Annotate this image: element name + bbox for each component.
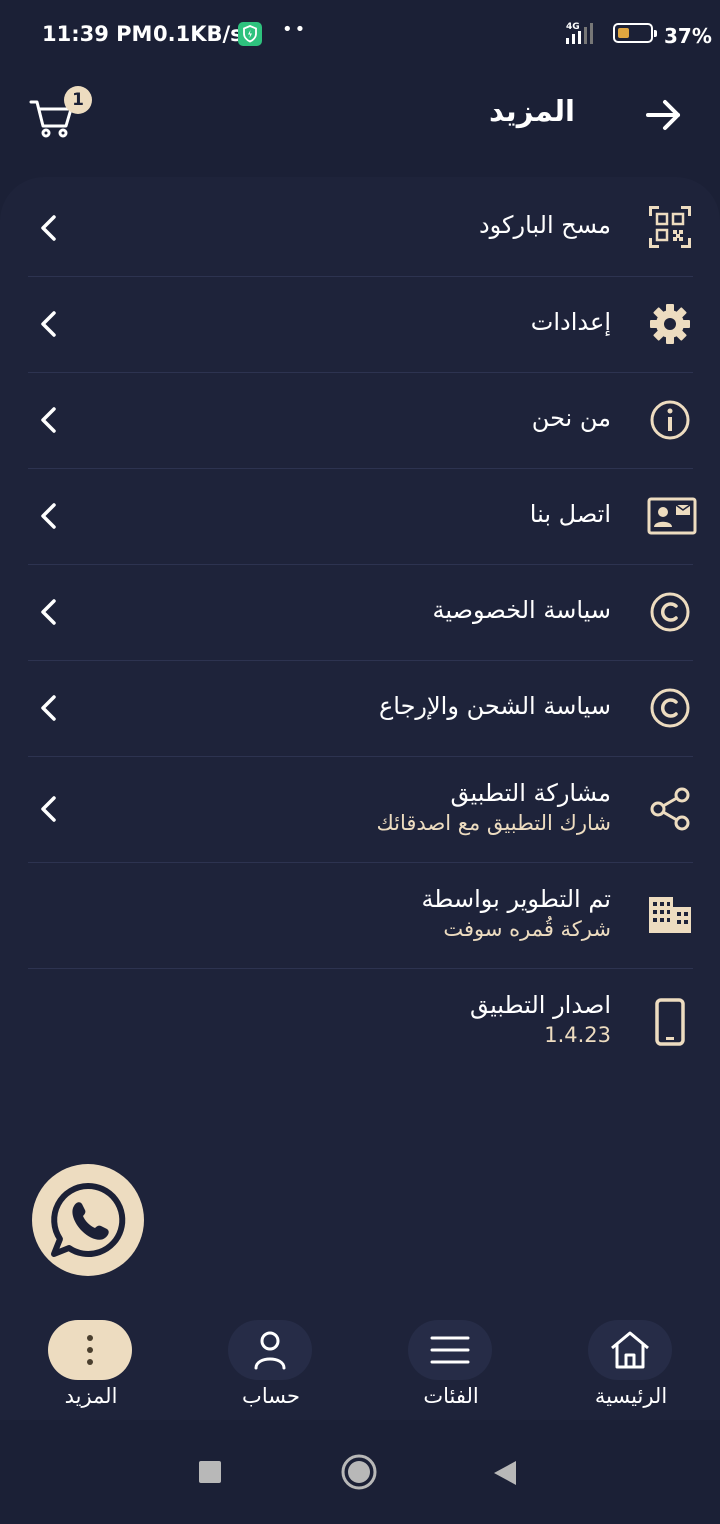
home-icon: [588, 1320, 672, 1380]
menu-item-developed-by: تم التطوير بواسطة شركة قُمره سوفت: [28, 862, 693, 969]
menu-item-label: سياسة الخصوصية: [432, 596, 611, 624]
gear-icon: [647, 301, 693, 347]
system-navigation-bar: [0, 1420, 720, 1520]
nav-item-label: الفئات: [423, 1384, 479, 1408]
chevron-left-icon: [38, 214, 60, 242]
nav-item-more[interactable]: المزيد: [36, 1320, 146, 1410]
menu-item-about-us[interactable]: من نحن: [28, 372, 693, 469]
nav-item-label: الرئيسية: [594, 1384, 668, 1408]
menu-item-label: سياسة الشحن والإرجاع: [378, 692, 611, 720]
status-network-speed: 0.1KB/s: [153, 22, 243, 46]
menu-item-subtitle: شارك التطبيق مع اصدقائك: [376, 811, 611, 835]
home-circle-icon[interactable]: [341, 1454, 377, 1490]
building-icon: [647, 892, 693, 938]
signal-icon: 4G: [563, 20, 605, 50]
battery-percent: 37%: [664, 24, 712, 48]
chevron-left-icon: [38, 694, 60, 722]
notification-dots-icon: ••: [282, 19, 308, 40]
arrow-right-icon[interactable]: [642, 94, 684, 136]
person-icon: [228, 1320, 312, 1380]
nav-item-label: المزيد: [64, 1384, 118, 1408]
phone-icon: [647, 998, 693, 1046]
menu-icon: [408, 1320, 492, 1380]
menu-item-contact-us[interactable]: اتصل بنا: [28, 468, 697, 565]
cart-count-badge: 1: [64, 86, 92, 114]
menu-item-label: إعدادات: [530, 308, 611, 336]
menu-item-label: من نحن: [531, 404, 611, 432]
menu-item-app-version: اصدار التطبيق 1.4.23: [28, 968, 693, 1074]
menu-item-label: مشاركة التطبيق: [450, 779, 612, 807]
copyright-icon: [647, 685, 693, 731]
chevron-left-icon: [38, 795, 60, 823]
info-icon: [647, 397, 693, 443]
copyright-icon: [647, 589, 693, 635]
menu-item-settings[interactable]: إعدادات: [28, 276, 693, 373]
nav-item-label: حساب: [242, 1384, 300, 1408]
chevron-left-icon: [38, 502, 60, 530]
share-icon: [647, 786, 693, 832]
shield-icon: [238, 22, 262, 46]
page-title: المزيد: [489, 94, 575, 128]
app-version-number: 1.4.23: [544, 1023, 611, 1047]
menu-item-scan-barcode[interactable]: مسح الباركود: [28, 177, 693, 277]
menu-item-subtitle: شركة قُمره سوفت: [443, 917, 611, 941]
contact-card-icon: [647, 493, 697, 539]
whatsapp-icon: [51, 1182, 126, 1257]
battery-icon: [613, 23, 657, 43]
whatsapp-button[interactable]: [32, 1164, 144, 1276]
status-bar: 11:39 PM 0.1KB/s •• 4G 37%: [0, 0, 720, 70]
menu-item-shipping-policy[interactable]: سياسة الشحن والإرجاع: [28, 660, 693, 757]
more-vertical-icon: [48, 1320, 132, 1380]
menu-item-label: مسح الباركود: [478, 211, 611, 239]
chevron-left-icon: [38, 406, 60, 434]
chevron-left-icon: [38, 598, 60, 626]
bottom-nav: المزيد حساب الفئات الرئيسية: [0, 1308, 720, 1420]
chevron-left-icon: [38, 310, 60, 338]
menu-item-share-app[interactable]: مشاركة التطبيق شارك التطبيق مع اصدقائك: [28, 756, 693, 863]
app-header: 1 المزيد: [0, 70, 720, 160]
nav-item-home[interactable]: الرئيسية: [576, 1320, 686, 1410]
menu-item-label: اصدار التطبيق: [470, 991, 611, 1019]
menu-item-label: اتصل بنا: [529, 500, 611, 528]
network-type-label: 4G: [566, 22, 580, 32]
back-icon[interactable]: [494, 1461, 516, 1485]
status-time: 11:39 PM: [42, 22, 153, 46]
recents-icon[interactable]: [199, 1461, 221, 1483]
menu-panel: مسح الباركود إعدادات من نحن اتصل بنا سيا…: [0, 177, 720, 1308]
menu-item-privacy-policy[interactable]: سياسة الخصوصية: [28, 564, 693, 661]
menu-item-label: تم التطوير بواسطة: [421, 885, 611, 913]
qr-code-icon: [647, 204, 693, 250]
battery-fill: [618, 28, 629, 38]
nav-item-account[interactable]: حساب: [216, 1320, 326, 1410]
nav-item-categories[interactable]: الفئات: [396, 1320, 506, 1410]
